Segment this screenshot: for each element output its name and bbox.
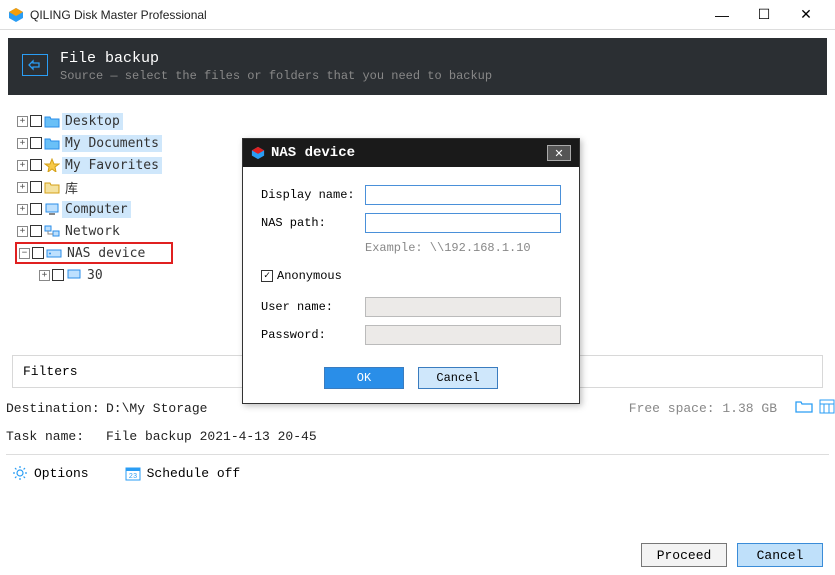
tree-checkbox[interactable]	[30, 181, 42, 193]
tree-item-nas-device[interactable]: − NAS device	[15, 242, 173, 264]
proceed-button[interactable]: Proceed	[641, 543, 727, 567]
tree-label: Computer	[62, 201, 131, 218]
dialog-ok-button[interactable]: OK	[324, 367, 404, 389]
tree-label: My Favorites	[62, 157, 162, 174]
tree-checkbox[interactable]	[30, 203, 42, 215]
expand-icon[interactable]: +	[39, 270, 50, 281]
tree-checkbox[interactable]	[30, 137, 42, 149]
window-titlebar: QILING Disk Master Professional ― ☐ ✕	[0, 0, 835, 30]
svg-text:23: 23	[128, 473, 136, 481]
options-bar: Options 23 Schedule off	[6, 454, 829, 491]
gear-icon	[12, 465, 28, 481]
folder-icon	[44, 180, 60, 194]
nas-icon	[46, 246, 62, 260]
tree-label: Network	[62, 223, 123, 240]
tree-item-desktop[interactable]: + Desktop	[15, 110, 820, 132]
tree-checkbox[interactable]	[52, 269, 64, 281]
window-title: QILING Disk Master Professional	[30, 8, 701, 22]
page-subtitle: Source — select the files or folders tha…	[60, 69, 492, 83]
display-name-label: Display name:	[261, 188, 365, 202]
taskname-row: Task name: File backup 2021-4-13 20-45	[6, 429, 835, 444]
username-input	[365, 297, 561, 317]
expand-icon[interactable]: +	[17, 138, 28, 149]
browse-folder-icon[interactable]	[795, 399, 813, 418]
tree-label: NAS device	[64, 245, 148, 262]
expand-icon[interactable]: +	[17, 116, 28, 127]
username-label: User name:	[261, 300, 365, 314]
nas-path-example: Example: \\192.168.1.10	[365, 241, 561, 255]
expand-icon[interactable]: +	[17, 182, 28, 193]
nas-device-dialog: NAS device ✕ Display name: NAS path: Exa…	[242, 138, 580, 404]
network-icon	[44, 224, 60, 238]
maximize-button[interactable]: ☐	[743, 3, 785, 27]
app-logo-icon	[8, 7, 24, 23]
options-label: Options	[34, 466, 89, 481]
page-title: File backup	[60, 50, 492, 67]
tree-label: My Documents	[62, 135, 162, 152]
dialog-logo-icon	[251, 146, 265, 160]
dialog-close-button[interactable]: ✕	[547, 145, 571, 161]
monitor-icon	[66, 268, 82, 282]
destination-label: Destination:	[6, 401, 106, 416]
schedule-button[interactable]: 23 Schedule off	[125, 465, 241, 481]
star-icon	[44, 158, 60, 172]
dialog-titlebar: NAS device ✕	[243, 139, 579, 167]
tree-checkbox[interactable]	[30, 225, 42, 237]
password-input	[365, 325, 561, 345]
nas-path-input[interactable]	[365, 213, 561, 233]
backup-header-icon	[22, 54, 48, 76]
collapse-icon[interactable]: −	[19, 248, 30, 259]
free-space: Free space: 1.38 GB	[629, 401, 777, 416]
calendar-icon[interactable]	[819, 398, 835, 419]
nas-path-label: NAS path:	[261, 216, 365, 230]
close-button[interactable]: ✕	[785, 3, 827, 27]
computer-icon	[44, 202, 60, 216]
dialog-cancel-button[interactable]: Cancel	[418, 367, 498, 389]
options-button[interactable]: Options	[12, 465, 89, 481]
minimize-button[interactable]: ―	[701, 3, 743, 27]
taskname-label: Task name:	[6, 429, 106, 444]
destination-value: D:\My Storage	[106, 401, 207, 416]
footer-buttons: Proceed Cancel	[641, 543, 823, 567]
checkbox-icon: ✓	[261, 270, 273, 282]
page-header: File backup Source — select the files or…	[8, 38, 827, 95]
filters-label: Filters	[23, 364, 78, 379]
anonymous-checkbox[interactable]: ✓ Anonymous	[261, 269, 561, 283]
tree-checkbox[interactable]	[30, 115, 42, 127]
tree-checkbox[interactable]	[32, 247, 44, 259]
tree-label: 30	[84, 267, 106, 284]
tree-label: 库	[62, 177, 81, 198]
tree-checkbox[interactable]	[30, 159, 42, 171]
tree-label: Desktop	[62, 113, 123, 130]
folder-icon	[44, 136, 60, 150]
taskname-value: File backup 2021-4-13 20-45	[106, 429, 317, 444]
dialog-title: NAS device	[271, 145, 547, 161]
cancel-button[interactable]: Cancel	[737, 543, 823, 567]
schedule-icon: 23	[125, 465, 141, 481]
expand-icon[interactable]: +	[17, 160, 28, 171]
password-label: Password:	[261, 328, 365, 342]
anonymous-label: Anonymous	[277, 269, 342, 283]
expand-icon[interactable]: +	[17, 204, 28, 215]
expand-icon[interactable]: +	[17, 226, 28, 237]
schedule-label: Schedule off	[147, 466, 241, 481]
folder-icon	[44, 114, 60, 128]
display-name-input[interactable]	[365, 185, 561, 205]
